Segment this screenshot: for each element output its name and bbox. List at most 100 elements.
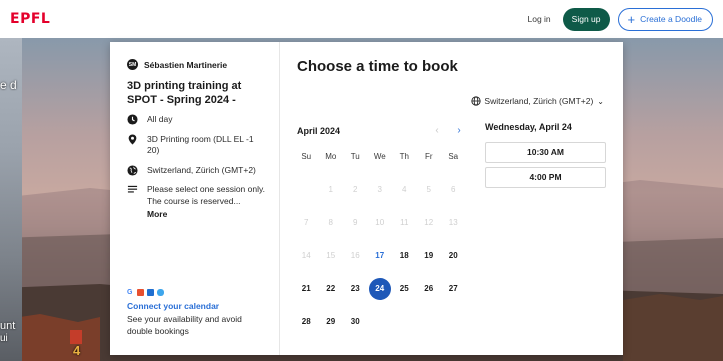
description-icon <box>127 185 138 193</box>
location-text: 3D Printing room (DLL EL -1 20) <box>147 133 254 156</box>
timezone-selector[interactable]: Switzerland, Zürich (GMT+2) ⌄ <box>471 96 604 106</box>
calendar-week-row: 21 22 23 24 25 26 27 <box>294 278 466 300</box>
calendar-day-number: 24 <box>368 278 391 300</box>
calendar-day: 9 <box>353 218 358 227</box>
calendar-day: 6 <box>451 185 456 194</box>
previous-month-button[interactable]: ‹ <box>426 125 448 136</box>
calendar-day: 8 <box>328 218 333 227</box>
calendar-day[interactable]: 21 <box>294 278 319 300</box>
calendar-day[interactable]: 28 <box>294 311 319 333</box>
background-text-top: e d <box>0 78 17 92</box>
calendar-empty-cell <box>294 179 319 201</box>
time-slots-panel: Wednesday, April 24 10:30 AM 4:00 PM <box>485 122 606 192</box>
event-title: 3D printing training at SPOT - Spring 20… <box>127 80 242 106</box>
page-title: Choose a time to book <box>297 58 458 75</box>
description-row: Please select one session only. The cour… <box>127 184 265 221</box>
calendar-day[interactable]: 22 <box>319 278 344 300</box>
calendar-day: 11 <box>400 218 409 227</box>
calendar-day[interactable]: 23 <box>343 278 368 300</box>
calendar-day: 7 <box>304 218 309 227</box>
event-details: All day 3D Printing room (DLL EL -1 20) … <box>127 114 265 221</box>
time-slot-button[interactable]: 4:00 PM <box>485 167 606 188</box>
globe-icon <box>127 164 138 176</box>
weekday-label: We <box>373 152 386 161</box>
calendar-day: 10 <box>375 218 385 227</box>
calendar-day[interactable]: 29 <box>319 311 344 333</box>
calendar-week-row: 14 15 16 17 18 19 20 <box>294 245 466 267</box>
calendar-empty-cell <box>368 311 393 333</box>
signup-button[interactable]: Sign up <box>562 7 610 31</box>
calendar-day[interactable]: 27 <box>441 278 466 300</box>
calendar-empty-cell <box>441 311 466 333</box>
month-navigation: April 2024 ‹ › <box>297 125 470 136</box>
weekday-label: Th <box>399 152 409 161</box>
weekday-label: Fr <box>424 152 433 161</box>
connect-calendar-link[interactable]: Connect your calendar <box>127 301 267 311</box>
calendar-empty-cell <box>392 311 417 333</box>
calendar-day-selected[interactable]: 24 <box>368 278 393 300</box>
time-slot-button[interactable]: 10:30 AM <box>485 142 606 163</box>
connect-calendar-section: G Connect your calendar See your availab… <box>127 289 267 337</box>
calendar-empty-cell <box>417 311 442 333</box>
weekday-label: Tu <box>350 152 360 161</box>
calendar-day[interactable]: 17 <box>368 245 393 267</box>
icloud-icon <box>157 289 164 296</box>
calendar-day: 4 <box>402 185 407 194</box>
background-text-bottom-2: ui <box>0 333 8 344</box>
weekday-label: Mo <box>325 152 337 161</box>
weekday-label: Sa <box>448 152 459 161</box>
background-text-bottom-1: unt <box>0 320 16 332</box>
duration-row: All day <box>127 114 265 126</box>
calendar-day[interactable]: 30 <box>343 311 368 333</box>
calendar-day: 5 <box>426 185 431 194</box>
booking-modal: SM Sébastien Martinerie 3D printing trai… <box>110 42 623 355</box>
next-month-button[interactable]: › <box>448 125 470 136</box>
calendar-day: 16 <box>350 251 360 260</box>
office-icon <box>137 289 144 296</box>
calendar-week-row: 7 8 9 10 11 12 13 <box>294 212 466 234</box>
weekday-label: Su <box>301 152 312 161</box>
description-text: Please select one session only. The cour… <box>147 184 265 206</box>
duration-text: All day <box>147 114 173 124</box>
login-link[interactable]: Log in <box>527 14 550 24</box>
timezone-text: Switzerland, Zürich (GMT+2) <box>147 164 256 175</box>
organizer-name: Sébastien Martinerie <box>144 59 228 70</box>
calendar-week-row: 1 2 3 4 5 6 <box>294 179 466 201</box>
weekday-header: Su Mo Tu We Th Fr Sa <box>294 152 466 168</box>
calendar-day[interactable]: 25 <box>392 278 417 300</box>
google-icon: G <box>127 289 134 296</box>
calendar-day: 13 <box>448 218 458 227</box>
top-bar: EPFL Log in Sign up + Create a Doodle <box>0 0 723 38</box>
calendar-day: 15 <box>326 251 336 260</box>
calendar-weeks: 1 2 3 4 5 6 7 8 9 10 11 12 13 14 15 16 17 18 19 20 21 22 23 24 2… <box>294 179 466 333</box>
calendar-provider-icons: G <box>127 289 267 296</box>
event-sidebar: SM Sébastien Martinerie 3D printing trai… <box>110 42 280 355</box>
calendar-day[interactable]: 19 <box>417 245 442 267</box>
calendar-day[interactable]: 18 <box>392 245 417 267</box>
month-label: April 2024 <box>297 125 341 136</box>
calendar-day: 14 <box>301 251 311 260</box>
calendar-week-row: 28 29 30 <box>294 311 466 333</box>
create-doodle-button[interactable]: + Create a Doodle <box>617 7 713 31</box>
timezone-row: Switzerland, Zürich (GMT+2) <box>127 165 265 177</box>
timezone-selector-label: Switzerland, Zürich (GMT+2) <box>484 96 594 106</box>
plus-icon: + <box>627 11 636 27</box>
chevron-down-icon: ⌄ <box>597 96 604 106</box>
calendar-day: 12 <box>424 218 434 227</box>
organizer-row: SM Sébastien Martinerie <box>127 59 265 70</box>
calendar-day: 3 <box>377 185 382 194</box>
outlook-icon <box>147 289 154 296</box>
location-row: 3D Printing room (DLL EL -1 20) <box>127 134 265 157</box>
background-building-number: 4 <box>73 343 81 358</box>
calendar-day[interactable]: 26 <box>417 278 442 300</box>
calendar-day[interactable]: 20 <box>441 245 466 267</box>
more-link[interactable]: More <box>147 209 265 221</box>
globe-icon <box>471 96 482 106</box>
location-pin-icon <box>128 133 137 145</box>
calendar-day: 1 <box>328 185 333 194</box>
epfl-logo[interactable]: EPFL <box>10 11 50 27</box>
booking-main: Choose a time to book Switzerland, Züric… <box>280 42 623 355</box>
selected-day-label: Wednesday, April 24 <box>485 122 572 132</box>
calendar-grid: Su Mo Tu We Th Fr Sa 1 2 3 4 5 6 7 8 9 10 11 12 13 14 15 16 17… <box>294 152 466 333</box>
calendar-day: 2 <box>353 185 358 194</box>
